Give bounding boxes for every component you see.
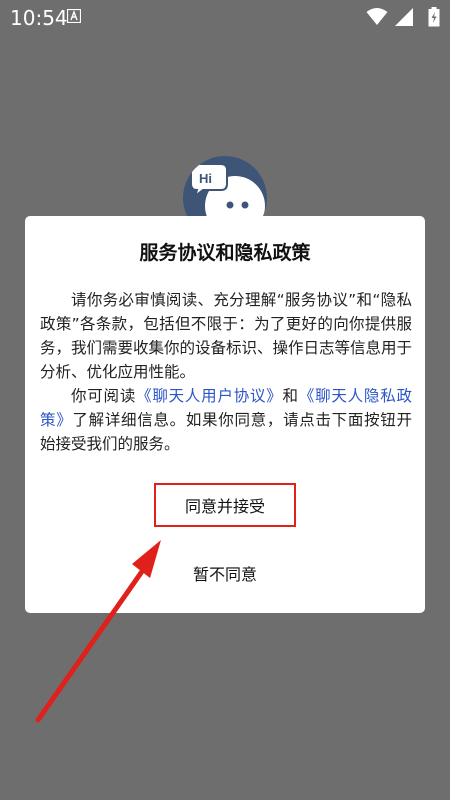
svg-text:Hi: Hi xyxy=(199,171,212,186)
disagree-button[interactable]: 暂不同意 xyxy=(150,555,300,591)
a-box-icon xyxy=(67,9,81,23)
user-agreement-link[interactable]: 《聊天人用户协议》 xyxy=(136,387,282,405)
wifi-icon xyxy=(366,8,388,25)
agree-button[interactable]: 同意并接受 xyxy=(154,483,296,527)
dialog-paragraph-1: 请你务必审慎阅读、充分理解“服务协议”和“隐私政策”各条款，包括但不限于：为了更… xyxy=(40,291,413,381)
status-time: 10:54 xyxy=(10,6,68,30)
paragraph-2-suffix: 了解详细信息。如果你同意，请点击下面按钮开始接受我们的服务。 xyxy=(40,411,412,453)
screen: 10:54 Hi 服务协议和隐私政策 请你务必审慎阅读、充分理解“服务协议”和“… xyxy=(0,0,450,800)
signal-icon xyxy=(395,8,413,26)
paragraph-2-and: 和 xyxy=(282,387,299,405)
dialog-body: 请你务必审慎阅读、充分理解“服务协议”和“隐私政策”各条款，包括但不限于：为了更… xyxy=(40,288,412,456)
paragraph-2-prefix: 你可阅读 xyxy=(71,387,137,405)
dialog-paragraph-2: 你可阅读《聊天人用户协议》和《聊天人隐私政策》了解详细信息。如果你同意，请点击下… xyxy=(40,384,412,456)
privacy-dialog: 服务协议和隐私政策 请你务必审慎阅读、充分理解“服务协议”和“隐私政策”各条款，… xyxy=(25,216,425,613)
battery-charging-icon xyxy=(428,7,440,27)
dialog-title: 服务协议和隐私政策 xyxy=(139,242,311,264)
status-bar: 10:54 xyxy=(0,0,450,36)
